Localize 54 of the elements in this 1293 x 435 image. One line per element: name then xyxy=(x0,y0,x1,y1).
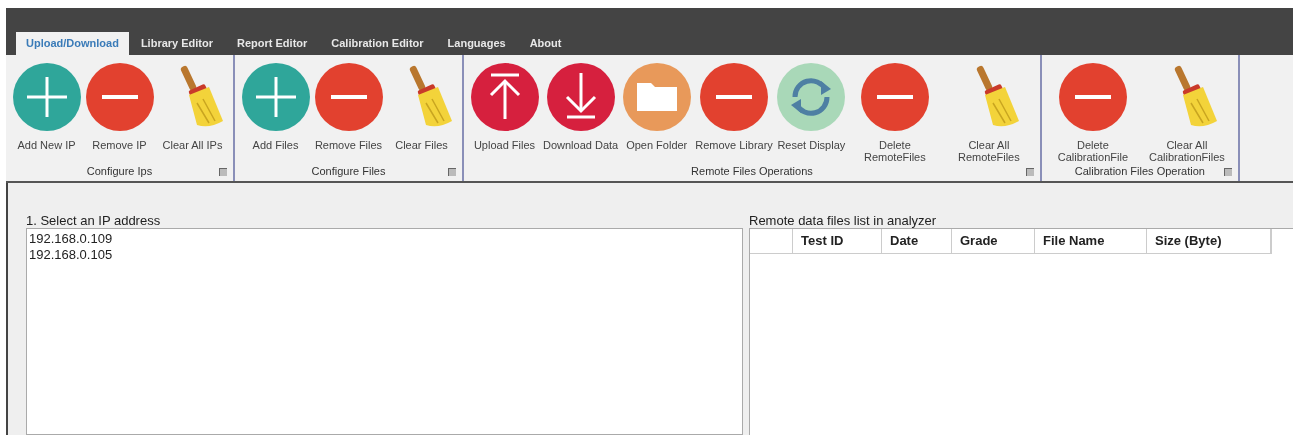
ribbon-button[interactable]: Add Files xyxy=(241,63,310,151)
list-item[interactable]: 192.168.0.109 xyxy=(29,231,113,247)
add-icon xyxy=(12,63,81,131)
dialog-launcher-icon[interactable] xyxy=(1025,168,1034,176)
ribbon-button[interactable]: Remove Files xyxy=(314,63,383,151)
remove-icon xyxy=(314,63,383,131)
column-header[interactable]: Grade xyxy=(952,229,1035,253)
ip-list[interactable]: 192.168.0.109 192.168.0.105 xyxy=(26,228,743,435)
tab[interactable]: Upload/Download xyxy=(16,32,129,55)
ribbon-button[interactable]: Reset Display xyxy=(776,63,846,163)
add-icon xyxy=(241,63,310,131)
group-label: Configure Files xyxy=(311,165,386,177)
remove-icon xyxy=(1058,63,1127,131)
dialog-launcher-icon[interactable] xyxy=(219,168,227,176)
broom-icon xyxy=(975,64,1019,127)
ribbon-button[interactable]: Clear All CalibrationFiles xyxy=(1141,63,1232,163)
panel-label: Remote data files list in analyzer xyxy=(749,213,938,228)
dialog-launcher-icon[interactable] xyxy=(448,168,456,176)
ribbon-button[interactable]: Clear All RemoteFiles xyxy=(943,63,1034,163)
list-item[interactable]: 192.168.0.105 xyxy=(29,247,113,263)
tab[interactable]: Library Editor xyxy=(128,32,225,55)
ribbon-button[interactable]: Delete CalibrationFile xyxy=(1047,63,1138,163)
group-label: Calibration Files Operation xyxy=(1074,165,1205,177)
download-icon xyxy=(546,63,615,131)
column-header[interactable]: Date xyxy=(882,229,952,253)
dialog-launcher-icon[interactable] xyxy=(1223,168,1232,176)
ribbon-button[interactable]: Delete RemoteFiles xyxy=(849,63,940,163)
column-header[interactable]: File Name xyxy=(1035,229,1147,253)
tab[interactable]: Languages xyxy=(435,32,518,55)
ribbon-button[interactable]: Remove IP xyxy=(85,63,154,151)
column-header[interactable]: Size (Byte) xyxy=(1147,229,1271,253)
broom-icon xyxy=(179,64,223,127)
panel-label: 1. Select an IP address xyxy=(26,213,162,228)
column-header[interactable]: Test ID xyxy=(793,229,882,253)
broom-icon xyxy=(408,64,452,127)
ribbon-button[interactable]: Clear Files xyxy=(387,63,456,151)
folder-icon xyxy=(622,63,691,131)
group-label: Configure Ips xyxy=(86,165,153,177)
tab[interactable]: About xyxy=(517,32,574,55)
tab[interactable]: Calibration Editor xyxy=(319,32,436,55)
group-label: Remote Files Operations xyxy=(691,165,813,177)
ribbon-button[interactable]: Download Data xyxy=(543,63,619,163)
tab[interactable]: Report Editor xyxy=(225,32,320,55)
ribbon-button[interactable]: Clear All IPs xyxy=(158,63,227,151)
broom-icon xyxy=(1173,64,1217,127)
remove-icon xyxy=(85,63,154,131)
ribbon-button[interactable]: Upload Files xyxy=(470,63,539,163)
remove-icon xyxy=(700,63,769,131)
upload-icon xyxy=(470,63,539,131)
ribbon-button[interactable]: Add New IP xyxy=(12,63,81,151)
ribbon-button[interactable]: Open Folder xyxy=(622,63,692,163)
remove-icon xyxy=(860,63,929,131)
ribbon-button[interactable]: Remove Library xyxy=(695,63,773,163)
refresh-icon xyxy=(777,63,846,131)
